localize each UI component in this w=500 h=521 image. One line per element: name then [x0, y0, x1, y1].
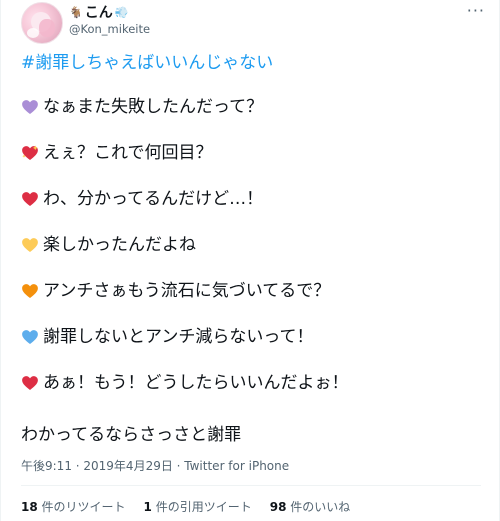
likes-stat[interactable]: 98 件のいいね	[270, 499, 351, 515]
tweet-line: わ、分かってるんだけど…！	[21, 188, 263, 210]
tweet-line-text: わ、分かってるんだけど…！	[43, 189, 264, 209]
tweet-card: 🐐 こん 💨 @Kon_mikeite ··· #謝罪しちゃえばいいんじゃない …	[0, 0, 500, 521]
quotes-label: 件の引用ツイート	[155, 500, 252, 514]
likes-label: 件のいいね	[290, 500, 351, 514]
tweet-line: なぁまた失敗したんだって？	[21, 96, 263, 118]
quotes-count: 1	[143, 500, 152, 514]
hashtag-link[interactable]: #謝罪しちゃえばいいんじゃない	[21, 52, 273, 74]
divider	[21, 485, 481, 486]
tweet-line-text: あぁ！もう！どうしたらいいんだよぉ！	[43, 373, 349, 393]
sparkling-heart-icon	[21, 144, 39, 162]
retweets-stat[interactable]: 18 件のリツイート	[21, 499, 126, 515]
avatar[interactable]	[21, 2, 63, 44]
quotes-stat[interactable]: 1 件の引用ツイート	[144, 499, 252, 515]
yellow-heart-icon	[21, 236, 39, 254]
tweet-line: 楽しかったんだよね	[21, 234, 196, 256]
author-name-row[interactable]: 🐐 こん 💨	[69, 4, 128, 22]
tweet-hashtag-line: #謝罪しちゃえばいいんじゃない	[21, 52, 273, 74]
likes-count: 98	[269, 500, 287, 514]
retweets-count: 18	[21, 500, 38, 514]
tweet-header: 🐐 こん 💨 @Kon_mikeite ···	[1, 0, 500, 50]
more-options-icon[interactable]: ···	[467, 3, 485, 19]
blue-heart-icon	[21, 328, 39, 346]
tweet-line: アンチさぁもう流石に気づいてるで？	[21, 280, 330, 302]
tweet-line-text: なぁまた失敗したんだって？	[43, 97, 264, 117]
red-heart-icon	[21, 374, 39, 392]
tweet-line-text: えぇ？これで何回目？	[43, 143, 213, 163]
goat-emoji-icon: 🐐	[69, 6, 83, 19]
tweet-line: あぁ！もう！どうしたらいいんだよぉ！	[21, 372, 349, 394]
dash-emoji-icon: 💨	[114, 6, 129, 19]
author-handle[interactable]: @Kon_mikeite	[69, 21, 150, 37]
tweet-line: えぇ？これで何回目？	[21, 142, 213, 164]
tweet-closing-line: わかってるならさっさと謝罪	[21, 424, 241, 446]
tweet-line-text: 謝罪しないとアンチ減らないって！	[43, 327, 314, 347]
tweet-meta[interactable]: 午後9:11 · 2019年4月29日 · Twitter for iPhone	[21, 458, 289, 474]
orange-heart-icon	[21, 282, 39, 300]
tweet-line-text: アンチさぁもう流石に気づいてるで？	[43, 281, 331, 301]
tweet-line: 謝罪しないとアンチ減らないって！	[21, 326, 313, 348]
red-heart-icon	[21, 190, 39, 208]
tweet-stats: 18 件のリツイート 1 件の引用ツイート 98 件のいいね	[21, 499, 350, 515]
tweet-closing-text: わかってるならさっさと謝罪	[21, 425, 242, 445]
tweet-line-text: 楽しかったんだよね	[43, 235, 196, 255]
retweets-label: 件のリツイート	[41, 500, 126, 514]
purple-heart-icon	[21, 98, 39, 116]
author-name[interactable]: こん	[85, 4, 113, 22]
